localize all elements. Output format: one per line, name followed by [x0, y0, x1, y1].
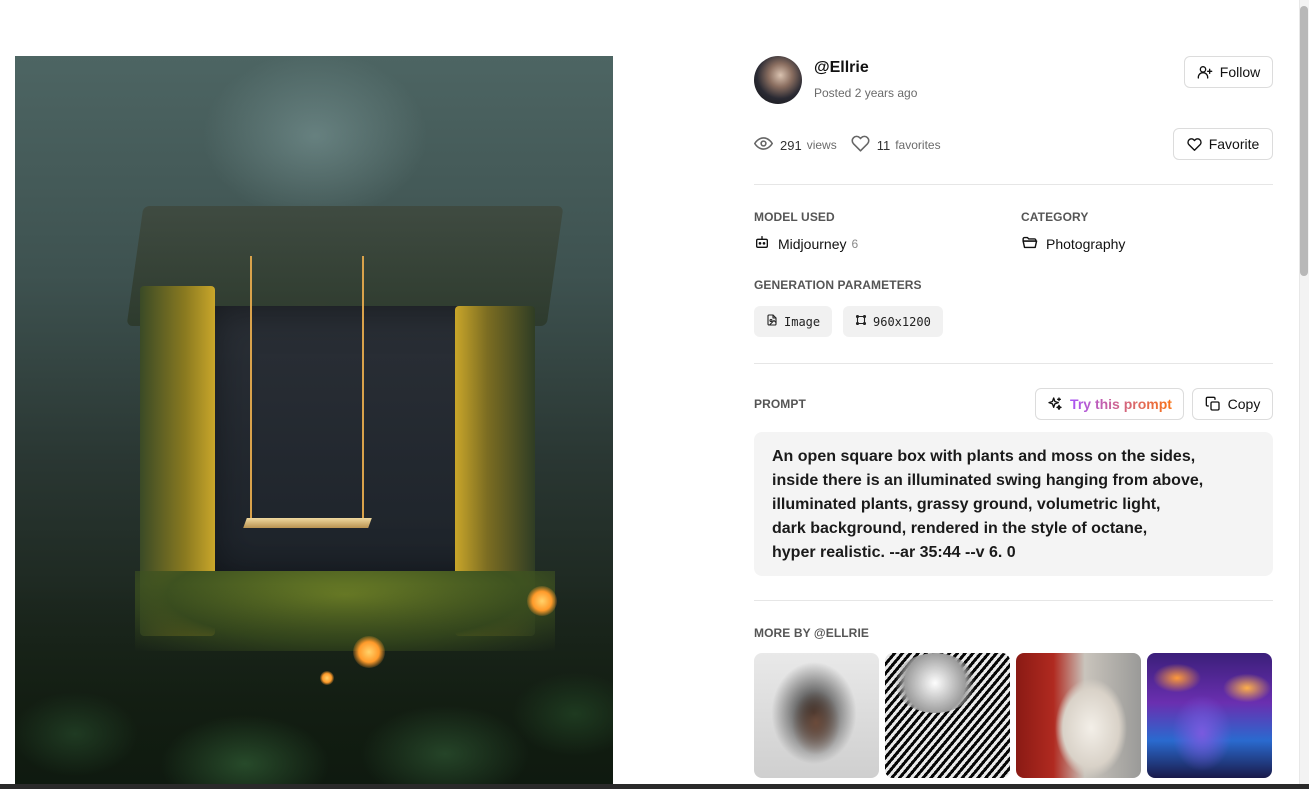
model-version: 6 — [851, 236, 859, 251]
robot-icon — [754, 234, 778, 253]
category-value[interactable]: Photography — [1021, 234, 1125, 254]
prompt-label: PROMPT — [754, 397, 806, 411]
favorite-button[interactable]: Favorite — [1173, 128, 1273, 160]
param-chip: 960x1200 — [843, 306, 943, 337]
favorites-stat: 11 favorites — [851, 134, 941, 156]
heart-icon — [851, 134, 877, 156]
favorites-label: favorites — [895, 138, 941, 152]
sparkles-icon — [1047, 396, 1063, 412]
model-value[interactable]: Midjourney 6 — [754, 234, 858, 253]
artwork-shape — [362, 256, 364, 521]
artwork-image[interactable] — [15, 56, 613, 784]
artwork-shape — [527, 586, 557, 616]
eye-icon — [754, 134, 780, 156]
more-by-label: MORE BY @ELLRIE — [754, 626, 869, 640]
divider — [754, 363, 1273, 364]
generation-parameters-label: GENERATION PARAMETERS — [754, 278, 922, 292]
copy-button[interactable]: Copy — [1192, 388, 1273, 420]
param-label: 960x1200 — [873, 314, 931, 329]
more-by-gallery — [754, 653, 1272, 778]
thumbnail[interactable] — [1147, 653, 1272, 778]
follow-button[interactable]: Follow — [1184, 56, 1273, 88]
category-name: Photography — [1046, 236, 1126, 252]
views-count: 291 — [780, 137, 802, 153]
favorite-label: Favorite — [1208, 136, 1260, 152]
artwork-shape — [243, 518, 372, 528]
folder-icon — [1021, 234, 1046, 254]
copy-icon — [1205, 396, 1221, 412]
scrollbar-thumb[interactable] — [1300, 6, 1308, 276]
category-label: CATEGORY — [1021, 210, 1089, 224]
dimensions-icon — [855, 314, 867, 329]
stats-row: 291 views 11 favorites — [754, 134, 955, 156]
divider — [754, 600, 1273, 601]
follow-label: Follow — [1219, 64, 1261, 80]
artwork-shape — [895, 653, 975, 713]
thumbnail[interactable] — [754, 653, 879, 778]
heart-icon — [1187, 137, 1202, 152]
bottom-bar — [0, 784, 1309, 789]
author-username[interactable]: @Ellrie — [814, 59, 869, 77]
model-used-label: MODEL USED — [754, 210, 835, 224]
add-user-icon — [1197, 64, 1213, 80]
model-name: Midjourney — [778, 235, 847, 252]
copy-label: Copy — [1227, 396, 1261, 412]
param-chip: Image — [754, 306, 833, 337]
divider — [754, 184, 1273, 185]
posted-time: Posted 2 years ago — [814, 86, 918, 100]
thumbnail[interactable] — [885, 653, 1010, 778]
try-prompt-label: Try this prompt — [1070, 396, 1172, 412]
favorites-count: 11 — [876, 137, 891, 153]
views-stat: 291 views — [754, 134, 837, 156]
views-label: views — [806, 138, 837, 152]
prompt-box: An open square box with plants and moss … — [754, 432, 1273, 576]
try-prompt-button[interactable]: Try this prompt — [1035, 388, 1184, 420]
artwork-shape — [353, 636, 385, 668]
file-image-icon — [766, 314, 778, 329]
avatar[interactable] — [754, 56, 802, 104]
artwork-shape — [15, 584, 613, 784]
thumbnail[interactable] — [1016, 653, 1141, 778]
prompt-text: An open square box with plants and moss … — [772, 448, 1204, 561]
artwork-shape — [320, 671, 334, 685]
param-label: Image — [784, 314, 821, 329]
artwork-shape — [250, 256, 252, 521]
